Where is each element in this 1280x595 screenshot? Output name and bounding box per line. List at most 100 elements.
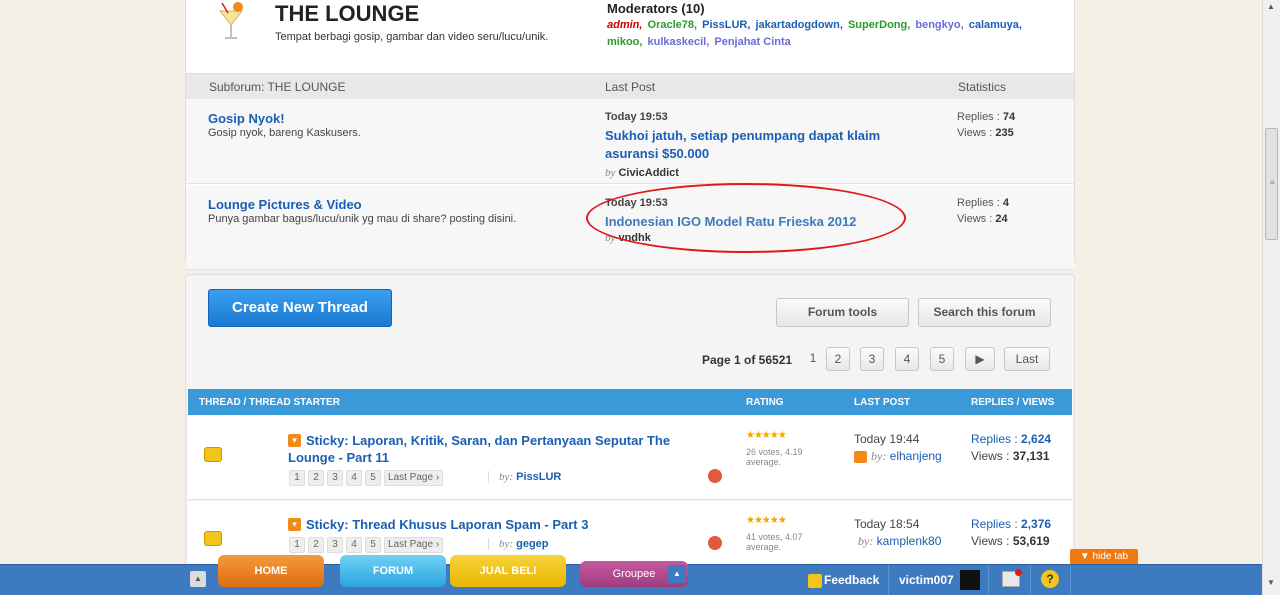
thread-page-links: 1 2 3 4 5 Last Page › (289, 469, 446, 486)
vertical-scrollbar[interactable]: ▲ ≡ ▼ (1262, 0, 1280, 595)
replies-count: 2,624 (1021, 432, 1052, 446)
replies-label: Replies : (971, 432, 1018, 446)
moderator-link[interactable]: Oracle78, (648, 19, 698, 31)
hot-thread-icon (708, 469, 722, 483)
author-link[interactable]: elhanjeng (890, 449, 942, 463)
moderator-link[interactable]: bengkyo, (915, 19, 963, 31)
views-stat: Views : 24 (957, 213, 1008, 225)
thread-title-link[interactable]: Sticky: Thread Khusus Laporan Spam - Par… (288, 516, 708, 533)
by-label: by: (871, 449, 887, 463)
scroll-up-icon[interactable]: ▲ (1267, 2, 1275, 11)
views-count: 24 (995, 213, 1008, 225)
create-thread-button[interactable]: Create New Thread (208, 289, 392, 327)
collapse-bar-button[interactable]: ▲ (190, 571, 206, 587)
nav-home-tab[interactable]: HOME (218, 555, 324, 587)
thread-starter: by: gegep (488, 538, 549, 550)
replies-count: 4 (1002, 197, 1009, 209)
forum-tools-button[interactable]: Forum tools (776, 298, 909, 327)
chevron-up-icon[interactable]: ▲ (668, 565, 686, 583)
replies-stat: Replies : 74 (957, 111, 1015, 123)
thread-page-link[interactable]: 4 (346, 537, 362, 553)
forum-info-panel: THE LOUNGE Tempat berbagi gosip, gambar … (185, 0, 1075, 270)
folder-icon (204, 447, 222, 462)
moderator-link[interactable]: kulkaskecil, (648, 36, 710, 48)
feedback-link[interactable]: Feedback (808, 573, 879, 588)
replies-count: 74 (1002, 111, 1016, 123)
moderator-link[interactable]: calamuya, (969, 19, 1022, 31)
lastpost-col-header: Last Post (605, 80, 656, 94)
nav-jual-beli-tab[interactable]: JUAL BELI (450, 555, 566, 587)
nav-groupee-tab[interactable]: Groupee ▲ (580, 561, 688, 587)
search-forum-button[interactable]: Search this forum (918, 298, 1051, 327)
username: victim007 (899, 573, 954, 587)
rating-votes: 26 votes, 4.19 average. (746, 447, 803, 467)
avatar (960, 570, 980, 590)
replies-label: Replies : (971, 517, 1018, 531)
hot-thread-icon (708, 536, 722, 550)
forum-description: Tempat berbagi gosip, gambar dan video s… (275, 31, 549, 43)
hide-tab-button[interactable]: ▼ hide tab (1070, 549, 1138, 564)
thread-page-link[interactable]: 2 (308, 537, 324, 553)
folder-icon (204, 531, 222, 546)
replies-stat[interactable]: Replies : 2,624 (971, 432, 1051, 446)
moderator-link[interactable]: Penjahat Cinta (714, 36, 790, 48)
page-label: Page 1 of 56521 (702, 353, 793, 367)
moderator-link[interactable]: SuperDong, (848, 19, 910, 31)
messages-icon[interactable] (1002, 569, 1022, 587)
help-icon[interactable]: ? (1041, 570, 1059, 588)
thread-page-link[interactable]: Last Page › (384, 470, 444, 486)
page-current: 1 (809, 351, 817, 365)
starter-link[interactable]: PissLUR (516, 471, 561, 483)
rating-stars: ★★★★★ (746, 515, 787, 526)
lastpost-col-header: LAST POST (854, 397, 911, 408)
last-page-button[interactable]: Last (1004, 347, 1050, 371)
scrollbar-thumb[interactable]: ≡ (1265, 128, 1278, 240)
lounge-header: THE LOUNGE Tempat berbagi gosip, gambar … (186, 0, 1074, 75)
page-link[interactable]: 2 (826, 347, 850, 371)
last-post-time: Today 18:54 (854, 517, 920, 531)
by-label: by: (499, 538, 514, 550)
next-page-button[interactable]: ▶ (965, 347, 995, 371)
thread-page-link[interactable]: 1 (289, 537, 305, 553)
go-to-post-icon[interactable] (854, 450, 867, 463)
page-link[interactable]: 3 (860, 347, 884, 371)
page-link[interactable]: 5 (930, 347, 954, 371)
thread-page-link[interactable]: Last Page › (384, 537, 444, 553)
views-stat: Views : 37,131 (971, 449, 1050, 463)
divider (1030, 565, 1031, 595)
grip-icon: ≡ (1270, 178, 1275, 187)
author-link[interactable]: CivicAddict (618, 167, 679, 179)
user-menu[interactable]: victim007 (888, 565, 988, 595)
rating-votes: 41 votes, 4.07 average. (746, 532, 803, 552)
replies-stat[interactable]: Replies : 2,376 (971, 517, 1051, 531)
thread-page-link[interactable]: 4 (346, 470, 362, 486)
divider (988, 565, 989, 595)
thread-page-link[interactable]: 5 (365, 537, 381, 553)
thread-page-link[interactable]: 3 (327, 470, 343, 486)
thread-title-link[interactable]: Sticky: Laporan, Kritik, Saran, dan Pert… (288, 432, 708, 466)
by-label: by: (858, 534, 874, 548)
views-count: 37,131 (1012, 449, 1050, 463)
thread-page-link[interactable]: 5 (365, 470, 381, 486)
last-post-link[interactable]: Sukhoi jatuh, setiap penumpang dapat kla… (605, 127, 925, 163)
by-label: by: (499, 471, 514, 483)
moderator-link[interactable]: admin, (607, 19, 642, 31)
page-link[interactable]: 4 (895, 347, 919, 371)
thread-page-link[interactable]: 2 (308, 470, 324, 486)
thread-list-panel: Create New Thread Forum tools Search thi… (185, 274, 1075, 595)
scroll-down-icon[interactable]: ▼ (1267, 578, 1275, 587)
subforum-link[interactable]: Gosip Nyok! (208, 111, 285, 126)
thread-table-header: THREAD / THREAD STARTER RATING LAST POST… (188, 389, 1072, 415)
moderator-link[interactable]: jakartadogdown, (755, 19, 842, 31)
moderator-link[interactable]: mikoo, (607, 36, 642, 48)
thread-page-link[interactable]: 1 (289, 470, 305, 486)
nav-forum-tab[interactable]: FORUM (340, 555, 446, 587)
author-link[interactable]: kamplenk80 (877, 534, 942, 548)
thread-page-link[interactable]: 3 (327, 537, 343, 553)
subforum-link[interactable]: Lounge Pictures & Video (208, 197, 362, 212)
subforum-description: Gosip nyok, bareng Kaskusers. (208, 127, 361, 139)
last-post-author: by: elhanjeng (854, 449, 942, 464)
starter-link[interactable]: gegep (516, 538, 548, 550)
moderator-link[interactable]: PissLUR, (702, 19, 750, 31)
views-stat: Views : 235 (957, 127, 1014, 139)
